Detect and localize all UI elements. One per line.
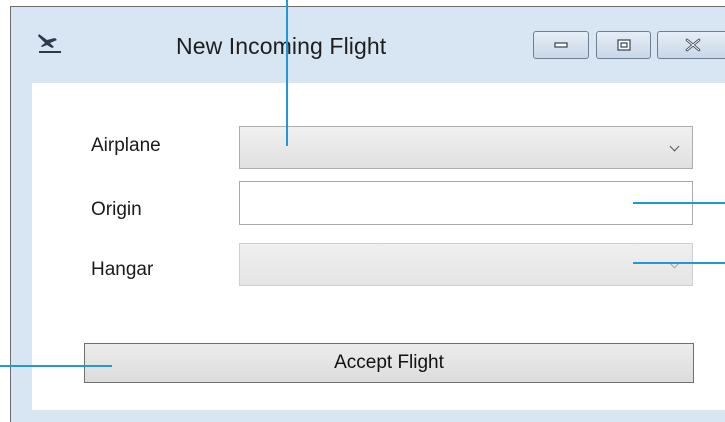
- airplane-combobox[interactable]: [239, 126, 693, 169]
- airplane-label: Airplane: [91, 135, 161, 156]
- close-icon: [685, 38, 700, 52]
- title-bar[interactable]: New Incoming Flight: [11, 7, 725, 83]
- accept-flight-button[interactable]: Accept Flight: [84, 343, 694, 383]
- callout-line-origin: [633, 202, 725, 204]
- airplane-icon: [38, 34, 61, 53]
- window-title: New Incoming Flight: [176, 33, 387, 59]
- origin-label: Origin: [91, 199, 142, 220]
- maximize-button[interactable]: [596, 31, 651, 59]
- callout-line-hangar: [633, 262, 725, 264]
- callout-line-airplane: [286, 0, 288, 146]
- hangar-combobox[interactable]: [239, 243, 693, 286]
- minimize-icon: [554, 42, 568, 48]
- callout-line-accept: [0, 365, 112, 367]
- minimize-button[interactable]: [533, 31, 589, 59]
- maximize-icon: [616, 39, 631, 51]
- chevron-down-icon: [669, 141, 680, 151]
- stage: New Incoming Flight Airplane Origin Hang…: [0, 0, 725, 422]
- close-button[interactable]: [657, 31, 725, 59]
- hangar-label: Hangar: [91, 259, 154, 280]
- origin-input[interactable]: [239, 181, 693, 225]
